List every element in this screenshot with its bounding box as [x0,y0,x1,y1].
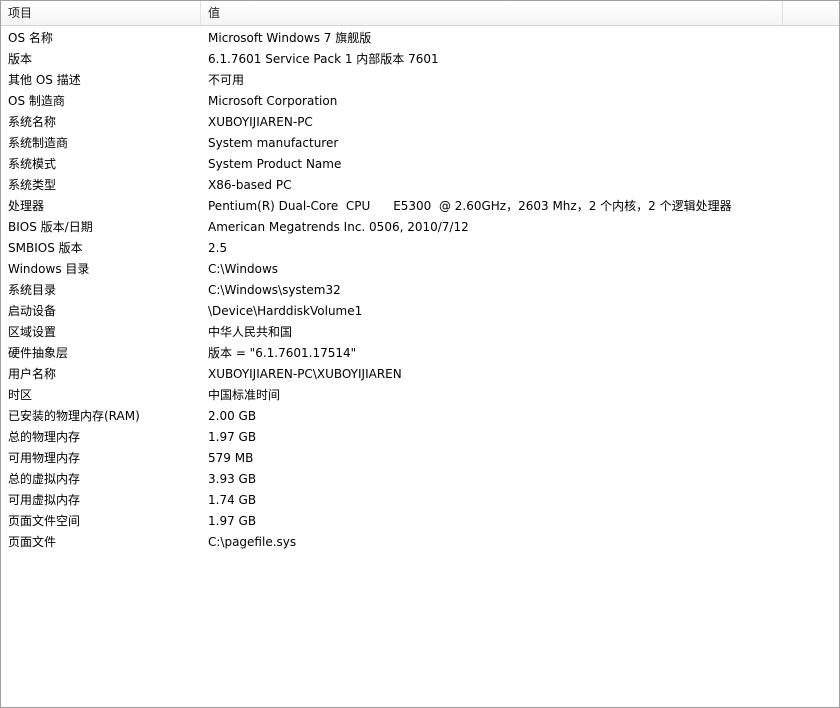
row-item: 系统模式 [8,157,57,171]
row-item: 区域设置 [8,325,57,339]
row-item: 总的物理内存 [8,430,81,444]
row-item: OS 名称 [8,31,53,45]
row-value: 3.93 GB [208,472,257,486]
table-row[interactable]: 总的物理内存 1.97 GB [1,427,839,448]
row-item: 页面文件空间 [8,514,81,528]
row-value: XUBOYIJIAREN-PC\XUBOYIJIAREN [208,367,402,381]
row-item: 系统类型 [8,178,57,192]
row-item: 用户名称 [8,367,57,381]
row-value: System manufacturer [208,136,339,150]
row-item: 系统制造商 [8,136,69,150]
table-row[interactable]: 硬件抽象层 版本 = "6.1.7601.17514" [1,343,839,364]
system-info-window: 项目 值 OS 名称 Microsoft Windows 7 旗舰版 版本 6.1.… [0,0,840,708]
row-value: 1.74 GB [208,493,257,507]
row-item: 系统目录 [8,283,57,297]
table-row[interactable]: Windows 目录 C:\Windows [1,259,839,280]
table-row[interactable]: 可用虚拟内存 1.74 GB [1,490,839,511]
row-value: \Device\HarddiskVolume1 [208,304,363,318]
table-row[interactable]: 其他 OS 描述 不可用 [1,70,839,91]
row-value: System Product Name [208,157,342,171]
row-value: 1.97 GB [208,430,257,444]
table-row[interactable]: 系统名称 XUBOYIJIAREN-PC [1,112,839,133]
table-row[interactable]: 已安装的物理内存(RAM) 2.00 GB [1,406,839,427]
row-item: 时区 [8,388,33,402]
table-row[interactable]: 系统目录 C:\Windows\system32 [1,280,839,301]
column-header-filler [783,1,839,25]
row-value: 6.1.7601 Service Pack 1 内部版本 7601 [208,52,439,66]
row-value: American Megatrends Inc. 0506, 2010/7/12 [208,220,469,234]
row-item: 可用虚拟内存 [8,493,81,507]
table-row[interactable]: 总的虚拟内存 3.93 GB [1,469,839,490]
row-value: 中华人民共和国 [208,325,293,339]
row-item: 其他 OS 描述 [8,73,81,87]
row-item: 系统名称 [8,115,57,129]
row-item: OS 制造商 [8,94,65,108]
row-item: BIOS 版本/日期 [8,220,93,234]
table-row[interactable]: 区域设置 中华人民共和国 [1,322,839,343]
row-value: Microsoft Windows 7 旗舰版 [208,31,372,45]
row-value: 579 MB [208,451,254,465]
table-row[interactable]: OS 制造商 Microsoft Corporation [1,91,839,112]
table-row[interactable]: 页面文件空间 1.97 GB [1,511,839,532]
table-row[interactable]: 用户名称 XUBOYIJIAREN-PC\XUBOYIJIAREN [1,364,839,385]
row-item: 启动设备 [8,304,57,318]
table-row[interactable]: 时区 中国标准时间 [1,385,839,406]
system-summary-list: OS 名称 Microsoft Windows 7 旗舰版 版本 6.1.7601 … [1,26,839,553]
row-item: 硬件抽象层 [8,346,69,360]
row-value: XUBOYIJIAREN-PC [208,115,313,129]
list-header: 项目 值 [1,1,839,26]
row-item: 处理器 [8,199,45,213]
table-row[interactable]: 系统类型 X86-based PC [1,175,839,196]
table-row[interactable]: 页面文件 C:\pagefile.sys [1,532,839,553]
table-row[interactable]: OS 名称 Microsoft Windows 7 旗舰版 [1,28,839,49]
row-item: 可用物理内存 [8,451,81,465]
row-value: C:\Windows\system32 [208,283,341,297]
table-row[interactable]: 可用物理内存 579 MB [1,448,839,469]
row-value: 1.97 GB [208,514,257,528]
table-row[interactable]: 系统模式 System Product Name [1,154,839,175]
row-value: X86-based PC [208,178,292,192]
row-value: C:\pagefile.sys [208,535,297,549]
row-item: 已安装的物理内存(RAM) [8,409,140,423]
row-value: 版本 = "6.1.7601.17514" [208,346,357,360]
table-row[interactable]: 处理器 Pentium(R) Dual-Core CPU E5300 @ 2.60… [1,196,839,217]
row-item: 总的虚拟内存 [8,472,81,486]
row-item: Windows 目录 [8,262,90,276]
row-value: Microsoft Corporation [208,94,338,108]
table-row[interactable]: 启动设备 \Device\HarddiskVolume1 [1,301,839,322]
row-value: 不可用 [208,73,245,87]
row-item: 页面文件 [8,535,57,549]
row-value: 中国标准时间 [208,388,281,402]
table-row[interactable]: BIOS 版本/日期 American Megatrends Inc. 0506,… [1,217,839,238]
column-header-value[interactable]: 值 [201,1,783,25]
row-value: C:\Windows [208,262,279,276]
row-value: Pentium(R) Dual-Core CPU E5300 @ 2.60GHz… [208,199,732,213]
table-row[interactable]: SMBIOS 版本 2.5 [1,238,839,259]
row-value: 2.5 [208,241,228,255]
column-header-item[interactable]: 项目 [1,1,201,25]
row-item: SMBIOS 版本 [8,241,83,255]
row-value: 2.00 GB [208,409,257,423]
table-row[interactable]: 版本 6.1.7601 Service Pack 1 内部版本 7601 [1,49,839,70]
table-row[interactable]: 系统制造商 System manufacturer [1,133,839,154]
row-item: 版本 [8,52,33,66]
